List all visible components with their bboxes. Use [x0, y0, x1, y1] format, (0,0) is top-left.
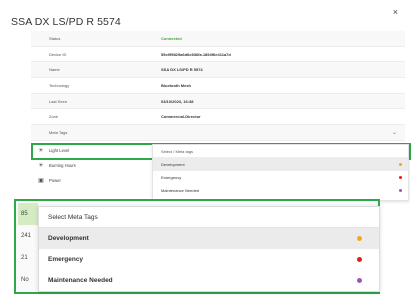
meta-tag-option[interactable]: Maintenance Needed	[153, 184, 408, 197]
red-dot-icon	[357, 257, 362, 262]
zoom-value: 85	[18, 203, 38, 225]
meta-tags-dropdown[interactable]: Select Meta Tags Development Emergency M…	[38, 206, 380, 292]
option-label: Development	[48, 235, 89, 242]
detail-value: 03/10/2023, 16:38	[161, 98, 194, 104]
red-dot-icon	[399, 176, 402, 179]
detail-value: Bluetooth Mesh	[161, 82, 191, 88]
meta-tags-search-input[interactable]: Select Meta Tags	[39, 207, 379, 228]
detail-value: Connected	[161, 35, 182, 41]
sun-icon: ☀	[38, 163, 44, 169]
detail-row-meta-tags[interactable]: Meta Tags ⌄	[31, 125, 405, 141]
sensor-label: Power	[49, 178, 61, 183]
meta-tag-option[interactable]: Emergency	[153, 171, 408, 184]
orange-dot-icon	[357, 236, 362, 241]
detail-row-status: Status Connected	[31, 31, 405, 47]
option-label: Maintenance Needed	[161, 188, 200, 193]
detail-value: Commercial-Director	[161, 114, 201, 120]
detail-row-device-id: Device ID 55c9f5829a6d6e836fa.1894f6e411…	[31, 46, 405, 63]
detail-row-last-seen: Last Seen 03/10/2023, 16:38	[31, 93, 405, 110]
option-label: Emergency	[48, 256, 84, 263]
meta-tag-option-maintenance-needed[interactable]: Maintenance Needed	[39, 270, 379, 291]
detail-label: Name	[49, 67, 60, 73]
panel-title: SSA DX LS/PD R 5574	[11, 16, 121, 28]
option-label: Development	[161, 162, 185, 167]
meta-tag-option-emergency[interactable]: Emergency	[39, 249, 379, 270]
detail-label: Meta Tags	[49, 129, 68, 135]
device-details: Status Connected Device ID 55c9f5829a6d6…	[31, 31, 405, 141]
purple-dot-icon	[357, 278, 362, 283]
detail-value: SSA DX LS/PD R 5574	[161, 67, 203, 73]
zoom-value: 21	[21, 255, 28, 261]
option-label: Maintenance Needed	[48, 277, 113, 284]
meta-tags-dropdown-small[interactable]: Select / Meta tags Development Emergency…	[152, 144, 409, 201]
detail-label: Technology	[49, 82, 70, 88]
option-label: Emergency	[161, 175, 182, 180]
sensor-label: Burning Hours	[49, 163, 76, 168]
purple-dot-icon	[399, 189, 402, 192]
zoomed-meta-tags-panel: 85 241 21 No Select Meta Tags Developmen…	[14, 199, 380, 294]
chevron-down-icon[interactable]: ⌄	[392, 129, 397, 136]
detail-label: Status	[49, 35, 61, 41]
meta-tag-option[interactable]: Development	[153, 158, 408, 171]
detail-label: Device ID	[49, 51, 67, 57]
detail-value: 55c9f5829a6d6e836fa.1894f6e411a7d	[161, 51, 231, 57]
power-icon: ▣	[38, 178, 44, 184]
orange-dot-icon	[399, 163, 402, 166]
detail-label: Zone	[49, 114, 59, 120]
detail-row-name: Name SSA DX LS/PD R 5574	[31, 62, 405, 79]
zoom-value: No	[21, 277, 29, 283]
zoom-value: 241	[21, 233, 32, 239]
meta-tags-search[interactable]: Select / Meta tags	[153, 145, 408, 158]
detail-label: Last Seen	[49, 98, 68, 104]
detail-row-technology: Technology Bluetooth Mesh	[31, 78, 405, 94]
meta-tag-option-development[interactable]: Development	[39, 228, 379, 249]
detail-row-zone: Zone Commercial-Director	[31, 109, 405, 126]
zoomed-left-values: 85 241 21 No	[18, 203, 38, 291]
close-icon[interactable]: ×	[393, 7, 398, 17]
